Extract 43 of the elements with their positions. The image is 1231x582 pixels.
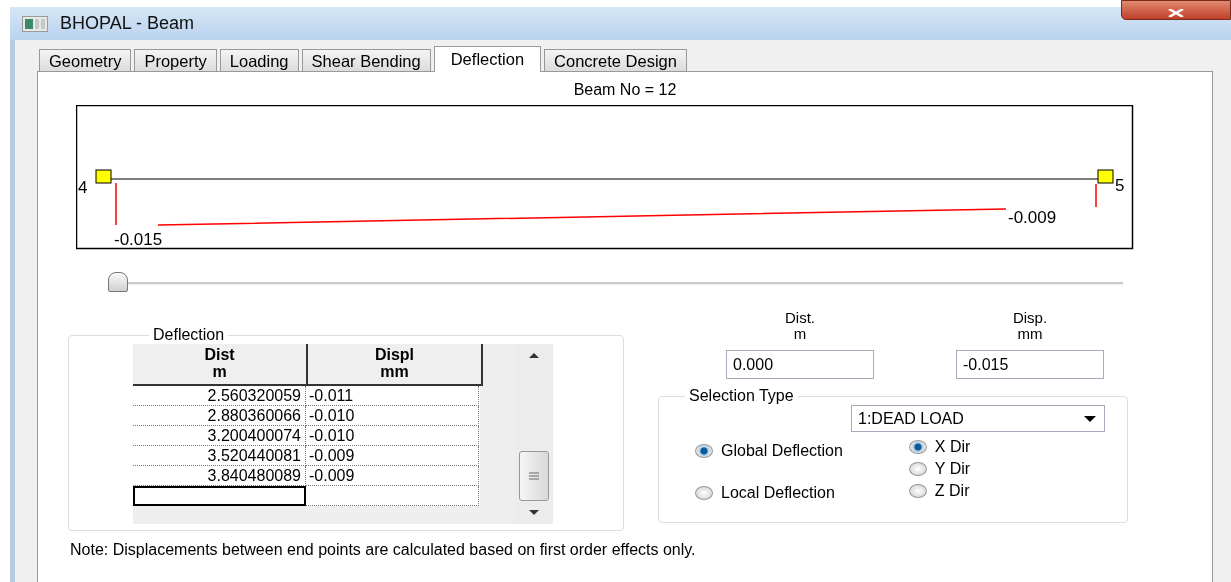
radio-icon[interactable] bbox=[908, 462, 927, 476]
window-title: BHOPAL - Beam bbox=[60, 13, 195, 34]
radio-option[interactable]: Global Deflection bbox=[695, 442, 843, 460]
tab[interactable]: Property bbox=[134, 49, 217, 71]
field-label: Dist. m bbox=[785, 310, 815, 342]
window-icon bbox=[22, 15, 48, 32]
group-title: Selection Type bbox=[688, 387, 795, 405]
node-number: 4 bbox=[78, 178, 88, 197]
radio-option[interactable]: Y Dir bbox=[908, 460, 971, 478]
note-text: Note: Displacements between end points are calculated based on first order effects only. bbox=[70, 541, 696, 559]
distance-field[interactable]: 0.000 bbox=[726, 350, 874, 379]
radio-option[interactable]: Local Deflection bbox=[695, 484, 843, 502]
beam-number-label: Beam No = 12 bbox=[573, 81, 677, 99]
node-marker bbox=[1097, 169, 1114, 184]
close-button[interactable] bbox=[1121, 0, 1231, 20]
displacement-field[interactable]: -0.015 bbox=[956, 350, 1104, 379]
radio-icon[interactable] bbox=[695, 486, 713, 500]
radio-icon[interactable] bbox=[695, 444, 713, 458]
deflection-value: -0.015 bbox=[114, 230, 163, 249]
node-marker bbox=[95, 169, 112, 184]
load-case-dropdown[interactable]: 1:DEAD LOAD bbox=[851, 405, 1105, 432]
tab[interactable]: Concrete Design bbox=[544, 49, 687, 71]
group-title: Deflection bbox=[152, 326, 226, 344]
table-cell: 3.840480089 bbox=[133, 466, 306, 486]
radio-icon[interactable] bbox=[908, 440, 927, 454]
slider-thumb[interactable] bbox=[107, 272, 128, 292]
tab[interactable]: Geometry bbox=[39, 49, 132, 71]
tab[interactable]: Loading bbox=[219, 49, 299, 71]
tab[interactable]: Shear Bending bbox=[301, 49, 431, 71]
deflection-value: -0.009 bbox=[1008, 208, 1057, 227]
caret-icon bbox=[1084, 415, 1096, 422]
radio-option[interactable]: X Dir bbox=[908, 438, 971, 456]
close-icon bbox=[1167, 9, 1185, 17]
scroll-down-icon[interactable] bbox=[528, 509, 540, 516]
field-label: Disp. mm bbox=[1012, 310, 1048, 342]
scroll-up-icon[interactable] bbox=[528, 352, 540, 359]
tab[interactable]: Deflection bbox=[433, 46, 542, 72]
radio-option[interactable]: Z Dir bbox=[908, 482, 971, 500]
radio-icon[interactable] bbox=[908, 484, 927, 498]
node-number: 5 bbox=[1115, 176, 1125, 195]
scroll-thumb[interactable] bbox=[519, 451, 549, 501]
new-row-cell[interactable] bbox=[306, 486, 479, 506]
new-row-cell[interactable] bbox=[133, 486, 306, 506]
